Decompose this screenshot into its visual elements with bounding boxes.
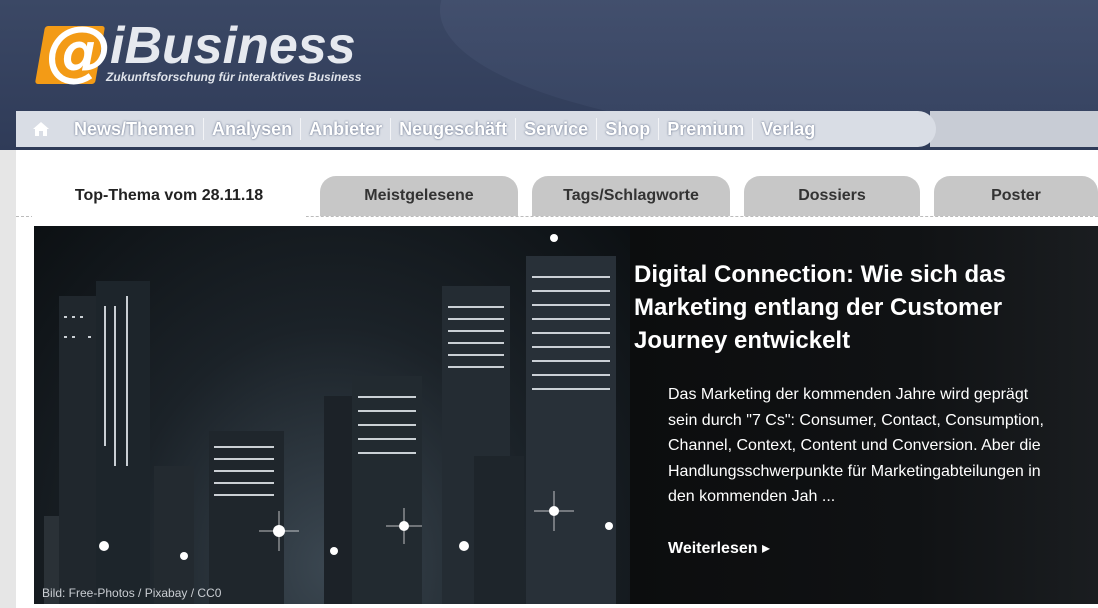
- nav-item-anbieter[interactable]: Anbieter: [300, 118, 390, 140]
- tab-top-thema[interactable]: Top-Thema vom 28.11.18: [32, 174, 306, 218]
- nav-item-analysen[interactable]: Analysen: [203, 118, 300, 140]
- site-tagline: Zukunftsforschung für interaktives Busin…: [106, 70, 362, 84]
- nav-item-news-themen[interactable]: News/Themen: [66, 118, 203, 140]
- home-icon: [33, 122, 49, 136]
- feature-headline[interactable]: Digital Connection: Wie sich das Marketi…: [634, 258, 1034, 357]
- nav-item-shop[interactable]: Shop: [596, 118, 658, 140]
- read-more-link[interactable]: Weiterlesen ▸: [668, 538, 770, 558]
- nav-item-neugeschaeft[interactable]: Neugeschäft: [390, 118, 515, 140]
- read-more-label: Weiterlesen: [668, 540, 758, 557]
- nav-item-service[interactable]: Service: [515, 118, 596, 140]
- city-skyline-image: [44, 234, 616, 604]
- feature-teaser-text: Das Marketing der kommenden Jahre wird g…: [668, 386, 1044, 505]
- tab-meistgelesene[interactable]: Meistgelesene: [320, 176, 518, 216]
- nav-home[interactable]: [16, 111, 66, 147]
- feature-image[interactable]: Bild: Free-Photos / Pixabay / CC0: [34, 226, 630, 604]
- site-logo-name[interactable]: iBusiness: [110, 16, 356, 76]
- tab-tags-schlagworte[interactable]: Tags/Schlagworte: [532, 176, 730, 216]
- nav-filler: [930, 111, 1098, 147]
- nav-item-verlag[interactable]: Verlag: [752, 118, 823, 140]
- image-credit: Bild: Free-Photos / Pixabay / CC0: [42, 586, 222, 600]
- nav-item-premium[interactable]: Premium: [658, 118, 752, 140]
- chevron-right-icon: ▸: [761, 540, 771, 557]
- logo-at-sign[interactable]: @: [46, 18, 112, 84]
- tab-poster[interactable]: Poster: [934, 176, 1098, 216]
- main-navigation: News/Themen Analysen Anbieter Neugeschäf…: [16, 111, 936, 147]
- tab-dossiers[interactable]: Dossiers: [744, 176, 920, 216]
